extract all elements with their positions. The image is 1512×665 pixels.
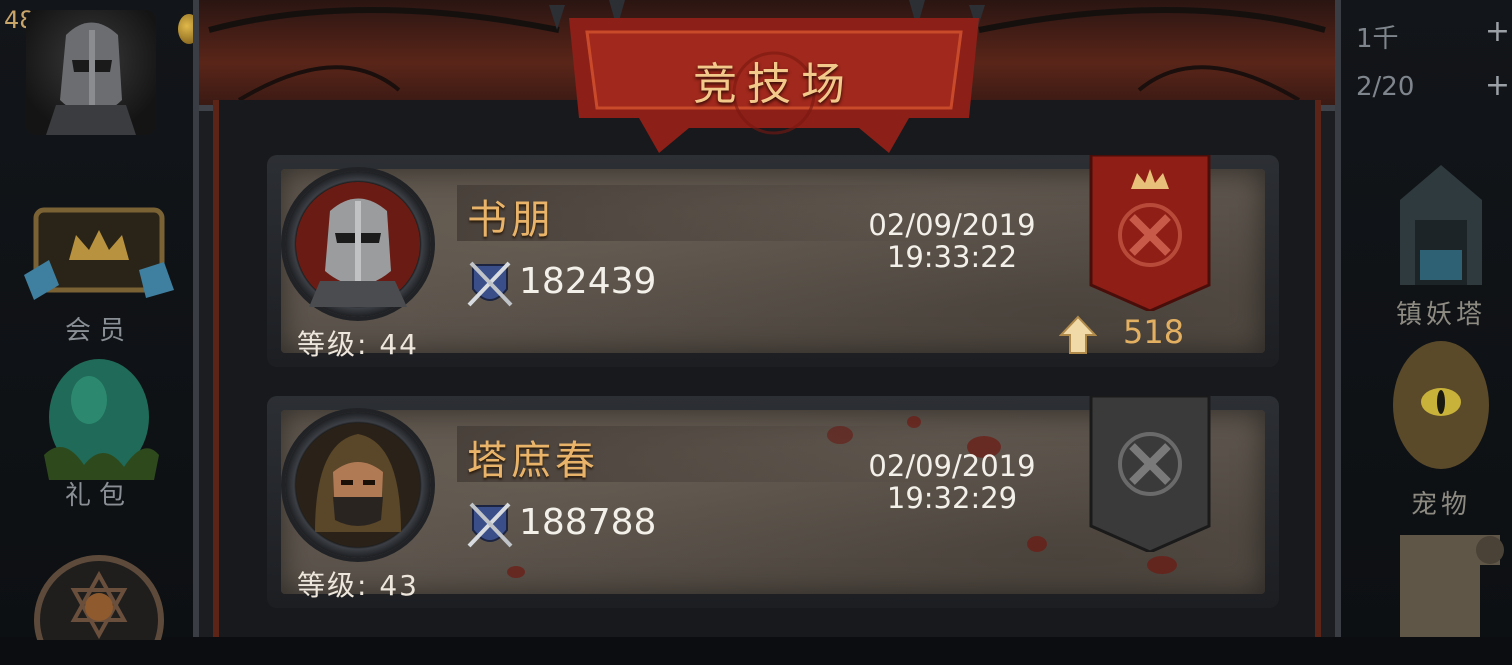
resource-gold-row: 1千 + bbox=[1340, 14, 1512, 58]
guild-menu-item[interactable] bbox=[14, 545, 184, 665]
resource-stamina-value: 2/20 bbox=[1356, 72, 1415, 102]
blood-splatter bbox=[507, 566, 525, 578]
rank-score: 518 bbox=[1123, 313, 1185, 351]
level-label: 等级: bbox=[297, 569, 369, 602]
vip-menu-item[interactable]: 会员 bbox=[14, 190, 184, 347]
dragon-egg-icon bbox=[1393, 341, 1489, 469]
player-avatar[interactable] bbox=[26, 10, 156, 135]
pet-label: 宠物 bbox=[1410, 490, 1471, 520]
match-record-row[interactable]: 等级: 44 书朋 182439 02/09/2019 19:33:22 518 bbox=[267, 155, 1279, 367]
match-record-row[interactable]: 等级: 43 塔庶春 188788 02/09/2019 19:32:29 bbox=[267, 396, 1279, 608]
level-label: 等级: bbox=[297, 328, 369, 361]
title-banner: 竞技场 bbox=[569, 8, 979, 153]
opponent-avatar[interactable] bbox=[285, 171, 431, 317]
opponent-name: 塔庶春 bbox=[467, 438, 599, 484]
match-datetime: 02/09/2019 19:32:29 bbox=[827, 450, 1077, 514]
match-date: 02/09/2019 bbox=[868, 208, 1036, 242]
arena-panel: 竞技场 等级: 44 书朋 182439 02/09/2019 19:33:22… bbox=[193, 0, 1341, 637]
tower-icon bbox=[1400, 165, 1482, 285]
tower-menu-item[interactable]: 镇妖塔 bbox=[1370, 160, 1512, 331]
tower-label: 镇妖塔 bbox=[1395, 300, 1486, 330]
gift-pack-menu-item[interactable]: 礼包 bbox=[14, 355, 184, 512]
opponent-level: 等级: 44 bbox=[297, 323, 419, 363]
knight-helmet-avatar bbox=[296, 182, 420, 307]
blood-splatter bbox=[1147, 556, 1177, 574]
opponent-power: 188788 bbox=[519, 502, 657, 543]
defeat-banner-icon bbox=[1089, 396, 1211, 552]
crossed-swords-shield-icon bbox=[467, 261, 513, 307]
match-time: 19:32:29 bbox=[886, 481, 1018, 515]
victory-banner-icon bbox=[1089, 155, 1211, 311]
resource-stamina-row: 2/20 + bbox=[1340, 68, 1512, 112]
blood-splatter bbox=[1027, 536, 1047, 552]
opponent-name: 书朋 bbox=[467, 197, 555, 243]
crossed-swords-shield-icon bbox=[467, 502, 513, 548]
add-stamina-button[interactable]: + bbox=[1485, 68, 1510, 103]
pet-menu-item[interactable]: 宠物 bbox=[1370, 330, 1512, 521]
opponent-level: 等级: 43 bbox=[297, 564, 419, 604]
vip-crown-icon bbox=[14, 190, 184, 310]
scroll-icon[interactable] bbox=[1380, 525, 1512, 637]
page-title: 竞技场 bbox=[693, 59, 855, 110]
level-value: 43 bbox=[379, 569, 419, 602]
match-datetime: 02/09/2019 19:33:22 bbox=[827, 209, 1077, 273]
add-gold-button[interactable]: + bbox=[1485, 14, 1510, 49]
green-egg-gift-icon bbox=[14, 355, 184, 480]
hooded-assassin-avatar bbox=[296, 423, 420, 547]
match-date: 02/09/2019 bbox=[868, 449, 1036, 483]
match-time: 19:33:22 bbox=[886, 240, 1018, 274]
rank-up-arrow-icon bbox=[1059, 315, 1097, 354]
level-value: 44 bbox=[379, 328, 419, 361]
opponent-avatar[interactable] bbox=[285, 412, 431, 558]
guild-emblem-icon bbox=[14, 545, 184, 665]
resource-gold-value: 1千 bbox=[1356, 24, 1399, 54]
opponent-power: 182439 bbox=[519, 261, 657, 302]
vip-label: 会员 bbox=[64, 316, 133, 346]
